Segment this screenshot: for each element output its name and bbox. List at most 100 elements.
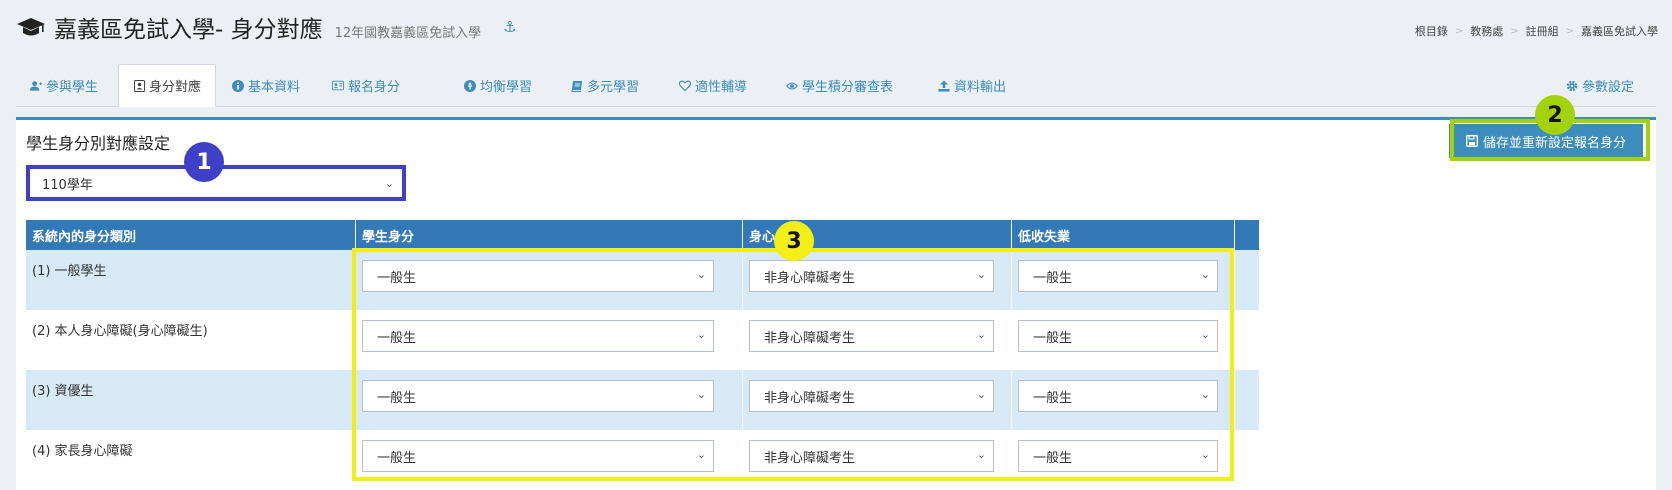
page-subtitle: 12年國教嘉義區免試入學 [334,26,482,41]
table-header-row: 系統內的身分類別 學生身分 身心 低收失業 [26,220,1259,250]
select-value: 一般生 [377,330,417,346]
book-icon [571,80,583,92]
school-year-select[interactable]: 110學年 ⌄ [26,165,406,201]
save-icon [1466,135,1478,147]
student-identity-select[interactable]: 一般生 ⌄ [362,440,714,472]
disability-select[interactable]: 非身心障礙考生 ⌄ [749,320,994,352]
row-label: (3) 資優生 [32,384,94,399]
tab-label: 基本資料 [248,80,301,95]
tab-balanced-learning[interactable]: 均衡學習 [464,64,532,107]
graduation-cap-icon [17,18,45,36]
tab-identity-mapping[interactable]: 身分對應 [118,64,217,107]
chevron-down-icon: ⌄ [696,448,706,461]
table-row: (4) 家長身心障礙 一般生 ⌄ 非身心障礙考生 ⌄ 一般生 ⌄ [26,430,1259,490]
tab-diverse-learning[interactable]: 多元學習 [571,64,639,107]
identity-mapping-table: 系統內的身分類別 學生身分 身心 低收失業 (1) 一般學生 一般生 ⌄ 非身心障… [26,220,1259,490]
low-income-select[interactable]: 一般生 ⌄ [1018,380,1218,412]
row-label: (4) 家長身心障礙 [32,444,133,459]
save-and-reset-button[interactable]: 儲存並重新設定報名身分 [1449,124,1643,158]
tab-registration-identity[interactable]: 報名身分 [332,64,400,107]
tab-label: 參數設定 [1582,80,1635,95]
chevron-down-icon: ⌄ [976,328,986,341]
address-card-icon [332,80,344,92]
low-income-select[interactable]: 一般生 ⌄ [1018,440,1218,472]
select-value: 一般生 [1033,450,1073,466]
page-title-text: 嘉義區免試入學- 身分對應 [54,17,323,43]
disability-select[interactable]: 非身心障礙考生 ⌄ [749,440,994,472]
chevron-down-icon: ⌄ [696,388,706,401]
select-value: 一般生 [1033,390,1073,406]
column-header: 學生身分 [356,220,743,250]
tab-data-export[interactable]: 資料輸出 [938,64,1006,107]
column-header: 系統內的身分類別 [26,220,356,250]
save-button-label: 儲存並重新設定報名身分 [1482,134,1626,150]
tab-adaptive-guidance[interactable]: 適性輔導 [679,64,747,107]
select-value: 非身心障礙考生 [764,330,856,346]
disability-select[interactable]: 非身心障礙考生 ⌄ [749,380,994,412]
panel-title: 學生身分別對應設定 [26,134,171,153]
school-year-value: 110學年 [42,177,93,193]
disability-select[interactable]: 非身心障礙考生 ⌄ [749,260,994,292]
low-income-select[interactable]: 一般生 ⌄ [1018,260,1218,292]
tab-label: 適性輔導 [695,80,748,95]
select-value: 一般生 [377,390,417,406]
tab-basic-info[interactable]: 基本資料 [232,64,300,107]
heart-icon [679,80,691,92]
upload-icon [938,80,950,92]
tab-score-review[interactable]: 學生積分審查表 [786,64,893,107]
column-header: 身心 [743,220,1012,250]
chevron-down-icon: ⌄ [1200,448,1210,461]
id-card-icon [133,79,145,92]
low-income-select[interactable]: 一般生 ⌄ [1018,320,1218,352]
chevron-down-icon: ⌄ [1200,268,1210,281]
row-label: (1) 一般學生 [32,264,107,279]
chevron-down-icon: ⌄ [976,268,986,281]
chevron-down-icon: ⌄ [696,328,706,341]
tab-parameter-settings[interactable]: 參數設定 [1566,64,1634,107]
anchor-icon[interactable]: ⚓ [503,18,516,36]
tab-label: 學生積分審查表 [802,80,894,95]
table-row: (2) 本人身心障礙(身心障礙生) 一般生 ⌄ 非身心障礙考生 ⌄ 一般生 ⌄ [26,310,1259,370]
select-value: 非身心障礙考生 [764,390,856,406]
chevron-down-icon: ⌄ [384,177,394,190]
select-value: 一般生 [377,450,417,466]
breadcrumb-item[interactable]: 註冊組 [1526,23,1559,39]
page-title: 嘉義區免試入學- 身分對應 12年國教嘉義區免試入學 ⚓ [16,10,517,44]
balance-icon [464,79,476,92]
chevron-down-icon: ⌄ [1200,328,1210,341]
select-value: 非身心障礙考生 [764,450,856,466]
row-label: (2) 本人身心障礙(身心障礙生) [32,324,208,339]
select-value: 一般生 [1033,270,1073,286]
identity-mapping-panel: 學生身分別對應設定 儲存並重新設定報名身分 110學年 ⌄ 系統內的身分類別 學… [16,117,1656,490]
student-identity-select[interactable]: 一般生 ⌄ [362,260,714,292]
tab-participating-students[interactable]: 參與學生 [30,64,98,107]
tab-label: 參與學生 [46,80,99,95]
tab-label: 均衡學習 [480,80,533,95]
info-icon [232,79,244,92]
table-row: (1) 一般學生 一般生 ⌄ 非身心障礙考生 ⌄ 一般生 ⌄ [26,250,1259,310]
tab-bar: 參與學生 身分對應 基本資料 報名身分 均衡學習 多元學習 適性輔導 學生積分審… [16,64,1656,107]
breadcrumb-item-current: 嘉義區免試入學 [1581,25,1658,38]
breadcrumb: 根目錄 > 教務處 > 註冊組 > 嘉義區免試入學 [1415,23,1658,39]
student-identity-select[interactable]: 一般生 ⌄ [362,380,714,412]
eye-icon [786,80,798,92]
tab-label: 身分對應 [149,80,202,95]
select-value: 一般生 [377,270,417,286]
tab-label: 資料輸出 [954,80,1007,95]
breadcrumb-item[interactable]: 根目錄 [1415,23,1448,39]
select-value: 非身心障礙考生 [764,270,856,286]
breadcrumb-item[interactable]: 教務處 [1470,23,1503,39]
select-value: 一般生 [1033,330,1073,346]
page-header: 嘉義區免試入學- 身分對應 12年國教嘉義區免試入學 ⚓ 根目錄 > 教務處 >… [0,0,1672,58]
table-row: (3) 資優生 一般生 ⌄ 非身心障礙考生 ⌄ 一般生 ⌄ [26,370,1259,430]
column-header: 低收失業 [1012,220,1235,250]
breadcrumb-separator: > [1565,25,1574,37]
tab-label: 多元學習 [587,80,640,95]
chevron-down-icon: ⌄ [976,388,986,401]
users-icon [30,80,42,92]
chevron-down-icon: ⌄ [696,268,706,281]
student-identity-select[interactable]: 一般生 ⌄ [362,320,714,352]
breadcrumb-separator: > [1510,25,1519,37]
chevron-down-icon: ⌄ [976,448,986,461]
chevron-down-icon: ⌄ [1200,388,1210,401]
